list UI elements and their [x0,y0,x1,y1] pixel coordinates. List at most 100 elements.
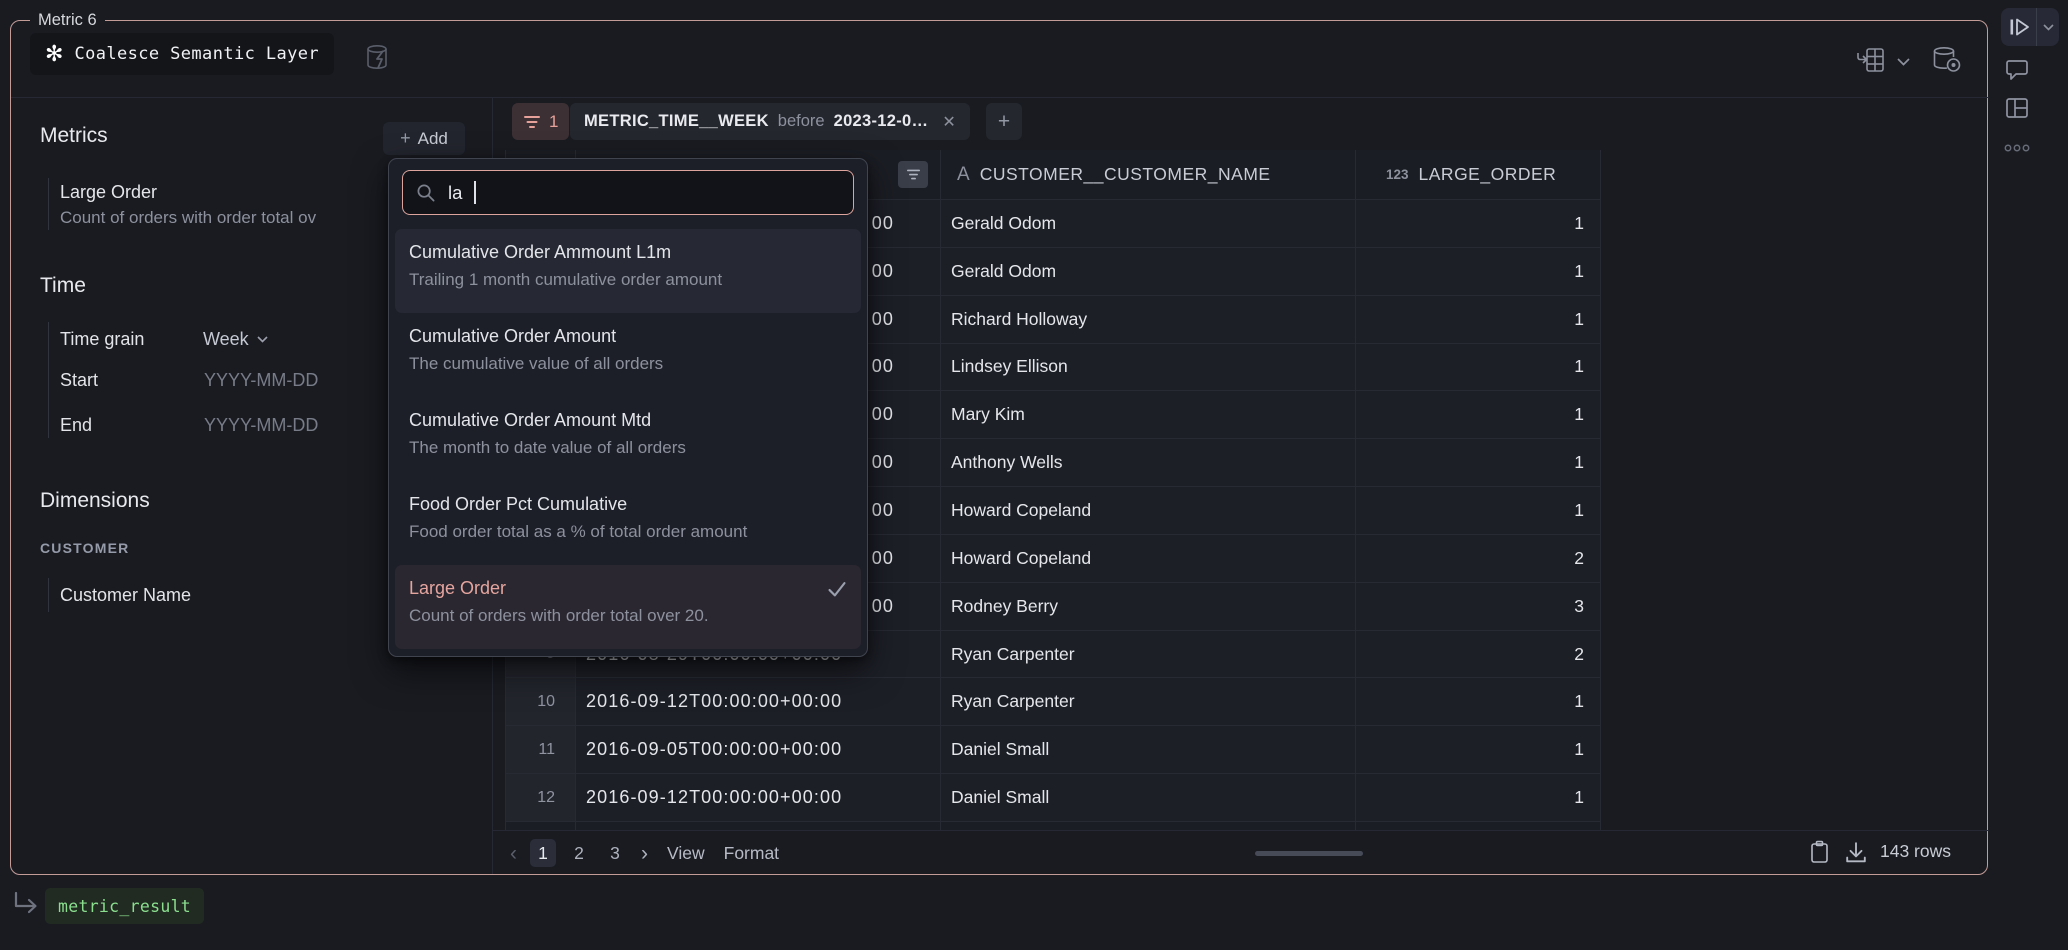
start-label: Start [60,369,98,391]
dropdown-item-title: Large Order [409,576,506,601]
column-filter-icon[interactable] [898,161,928,188]
dropdown-item[interactable]: Cumulative Order Ammount L1m Trailing 1 … [395,229,861,313]
filter-count: 1 [549,112,558,132]
cell-large-order[interactable]: 1 [1356,678,1601,726]
large-order-column-header[interactable]: 123 LARGE_ORDER [1356,150,1601,200]
dropdown-item-description: The month to date value of all orders [409,436,847,460]
horizontal-scrollbar[interactable] [1255,851,1363,856]
view-button[interactable]: View [667,843,705,864]
cell-large-order[interactable]: 2 [1356,631,1601,679]
cell-large-order[interactable]: 1 [1356,200,1601,248]
cell-metric-time[interactable]: 2016-09-05T00:00:00+00:00 [576,726,941,774]
cell-customer-name[interactable]: Ryan Carpenter [941,631,1356,679]
copy-icon[interactable] [1808,839,1832,865]
database-preview-icon[interactable] [1930,44,1964,76]
cell-large-order[interactable]: 1 [1356,487,1601,535]
check-icon [827,581,847,597]
dropdown-item-title: Food Order Pct Cumulative [409,492,627,517]
cell-customer-name[interactable]: Gerald Odom [941,200,1356,248]
dropdown-item-description: Count of orders with order total over 20… [409,604,847,628]
filter-value: 2023-12-0… [834,112,929,131]
cell-customer-name[interactable]: Howard Copeland [941,535,1356,583]
pagination: ‹ 123 › View Format [510,838,779,868]
dropdown-item-title: Cumulative Order Amount Mtd [409,408,651,433]
page-button[interactable]: 1 [530,839,556,867]
result-table-name-badge: metric_result [45,888,204,924]
metric-search-input[interactable]: la [402,170,854,215]
previous-page-icon[interactable]: ‹ [510,843,517,864]
row-number: 12 [506,774,576,822]
coalesce-logo-icon: ✻ [45,43,63,65]
search-icon [416,183,436,203]
more-options-icon[interactable] [2004,142,2030,154]
cell-customer-name[interactable]: Gerald Odom [941,248,1356,296]
cell-metric-time[interactable]: 2016-09-12T00:00:00+00:00 [576,678,941,726]
dropdown-item-description: The cumulative value of all orders [409,352,847,376]
cell-large-order[interactable]: 1 [1356,774,1601,822]
end-label: End [60,414,92,436]
cell-customer-name[interactable]: Rodney Berry [941,583,1356,631]
split-panel-icon[interactable] [2004,95,2030,121]
metric-item-description: Count of orders with order total ov [60,206,316,230]
chevron-down-icon[interactable] [1896,57,1910,67]
cell-customer-name[interactable]: Howard Copeland [941,487,1356,535]
format-button[interactable]: Format [724,843,779,864]
cell-large-order[interactable]: 1 [1356,726,1601,774]
cell-customer-name[interactable]: Daniel Small [941,726,1356,774]
page-button[interactable]: 2 [566,839,592,867]
time-grain-value: Week [203,328,249,350]
dropdown-item-description: Food order total as a % of total order a… [409,520,847,544]
add-metric-button[interactable]: + Add [383,122,465,155]
cell-metric-time[interactable]: 2016-09-12T00:00:00+00:00 [576,774,941,822]
number-type-icon: 123 [1386,167,1409,182]
cell-customer-name[interactable]: Mary Kim [941,391,1356,439]
filter-icon [523,114,541,130]
cell-large-order[interactable]: 1 [1356,439,1601,487]
column-label: LARGE_ORDER [1419,164,1557,185]
add-filter-button[interactable]: + [986,103,1022,140]
table-row: 12 2016-09-12T00:00:00+00:00 Daniel Smal… [506,774,1601,822]
cell-large-order[interactable]: 1 [1356,344,1601,392]
time-grain-select[interactable]: Week [203,328,268,350]
comments-icon[interactable] [2003,56,2031,84]
download-icon[interactable] [1843,840,1869,864]
cell-large-order[interactable]: 1 [1356,296,1601,344]
metrics-heading: Metrics [40,122,108,150]
database-edit-icon[interactable] [364,42,394,74]
cell-customer-name[interactable]: Lindsey Ellison [941,344,1356,392]
next-page-icon[interactable]: › [641,843,648,864]
metric-dropdown: la Cumulative Order Ammount L1m Trailing… [388,158,868,657]
start-date-field[interactable]: YYYY-MM-DD [204,369,318,391]
page-button[interactable]: 3 [602,839,628,867]
cell-large-order[interactable]: 1 [1356,248,1601,296]
cell-customer-name[interactable]: Anthony Wells [941,439,1356,487]
close-icon[interactable]: ✕ [942,112,955,132]
cell-large-order[interactable]: 2 [1356,535,1601,583]
customer-name-column-header[interactable]: A CUSTOMER__CUSTOMER_NAME [941,150,1356,200]
cell-customer-name[interactable]: Ryan Carpenter [941,678,1356,726]
row-number: 11 [506,726,576,774]
end-date-field[interactable]: YYYY-MM-DD [204,414,318,436]
cell-customer-name[interactable]: Richard Holloway [941,296,1356,344]
dropdown-item[interactable]: Cumulative Order Amount Mtd The month to… [395,397,861,481]
run-button[interactable] [2001,8,2037,46]
dropdown-item[interactable]: Large Order Count of orders with order t… [395,565,861,649]
filter-chip[interactable]: METRIC_TIME__WEEK before 2023-12-0… ✕ [570,103,970,140]
dropdown-item[interactable]: Food Order Pct Cumulative Food order tot… [395,481,861,565]
dropdown-item[interactable]: Cumulative Order Amount The cumulative v… [395,313,861,397]
dropdown-item-title: Cumulative Order Amount [409,324,616,349]
app-badge-label: Coalesce Semantic Layer [74,44,319,64]
insert-into-table-icon[interactable] [1856,46,1886,74]
chevron-down-icon [257,336,268,343]
cell-customer-name[interactable]: Daniel Small [941,774,1356,822]
plus-icon: + [400,128,411,149]
row-number: 10 [506,678,576,726]
dimension-item-customer-name[interactable]: Customer Name [60,584,191,606]
filter-count-chip[interactable]: 1 [512,103,569,140]
app-badge: ✻ Coalesce Semantic Layer [30,33,334,75]
run-options-chevron-icon[interactable] [2037,8,2059,46]
dropdown-item-title: Cumulative Order Ammount L1m [409,240,671,265]
cell-large-order[interactable]: 1 [1356,391,1601,439]
cell-large-order[interactable]: 3 [1356,583,1601,631]
metric-item-title[interactable]: Large Order [60,180,157,204]
